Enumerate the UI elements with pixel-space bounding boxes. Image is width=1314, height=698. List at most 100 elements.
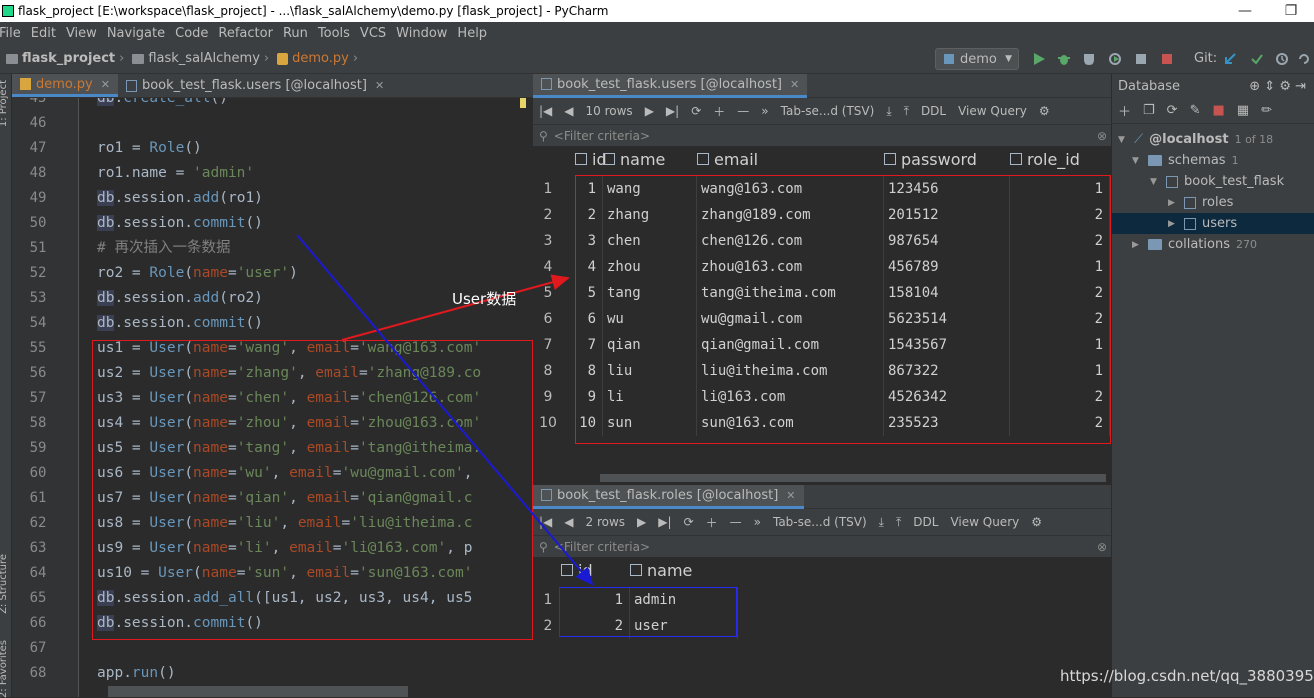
upload-icon[interactable]: ⤒ xyxy=(896,515,901,530)
export-format-select[interactable]: Tab-se...d (TSV) xyxy=(781,104,875,118)
tree-users[interactable]: ▶ users xyxy=(1112,213,1314,234)
remove-row-icon[interactable]: — xyxy=(737,104,749,118)
first-page-icon[interactable]: |◀ xyxy=(539,104,552,118)
filter-criteria-input[interactable]: <Filter criteria> xyxy=(554,540,650,554)
stop-icon[interactable] xyxy=(1160,52,1174,66)
annotation-label: User数据 xyxy=(452,290,517,308)
export-format-select[interactable]: Tab-se...d (TSV) xyxy=(773,515,867,529)
download-icon[interactable]: ⤓ xyxy=(886,104,891,119)
code-editor[interactable]: 45 db.create_all() 46 47 ro1 = Role() 48 ro1.n… xyxy=(12,98,533,697)
column-header-name[interactable]: name xyxy=(630,561,692,580)
maximize-button[interactable]: ❐ xyxy=(1268,3,1314,19)
view-query-button[interactable]: View Query xyxy=(958,104,1027,118)
next-page-icon[interactable]: ▶ xyxy=(637,515,646,529)
settings-icon[interactable]: ⚙ xyxy=(1039,104,1050,118)
column-header-name[interactable]: name xyxy=(603,150,665,169)
project-tool-button[interactable]: 1: Project xyxy=(0,80,9,127)
filter-criteria-input[interactable]: <Filter criteria> xyxy=(554,129,650,143)
close-icon[interactable]: ✕ xyxy=(375,79,384,92)
build-icon[interactable] xyxy=(1134,52,1148,66)
profile-icon[interactable] xyxy=(1108,52,1122,66)
row-number: 7 xyxy=(543,337,553,353)
add-row-icon[interactable]: ＋ xyxy=(706,514,718,531)
tab-users-grid[interactable]: book_test_flask.users [@localhost] ✕ xyxy=(533,73,808,98)
menu-file[interactable]: File xyxy=(0,26,26,41)
menu-help[interactable]: Help xyxy=(452,26,492,41)
debug-icon[interactable] xyxy=(1057,52,1071,66)
upload-icon[interactable]: ⤒ xyxy=(904,104,909,119)
tree-schemas[interactable]: ▼ schemas 1 xyxy=(1132,150,1239,171)
favorites-tool-button[interactable]: 2: Favorites xyxy=(0,640,9,698)
ddl-button[interactable]: DDL xyxy=(913,515,938,529)
menu-window[interactable]: Window xyxy=(391,26,452,41)
menu-run[interactable]: Run xyxy=(278,26,313,41)
download-icon[interactable]: ⤓ xyxy=(879,515,884,530)
users-horizontal-scrollbar[interactable] xyxy=(600,474,1106,482)
column-header-id[interactable]: id xyxy=(575,150,607,169)
git-update-icon[interactable] xyxy=(1223,52,1237,66)
close-icon[interactable]: ⊗ xyxy=(1097,129,1107,143)
stop-icon[interactable]: ■ xyxy=(1212,103,1224,118)
breadcrumb-project[interactable]: flask_project xyxy=(22,51,115,66)
edit-icon[interactable]: ✎ xyxy=(1190,103,1201,118)
last-page-icon[interactable]: ▶| xyxy=(666,104,679,118)
horizontal-scrollbar[interactable] xyxy=(108,686,408,697)
coverage-icon[interactable] xyxy=(1082,52,1096,66)
settings-icon[interactable]: ⚙ xyxy=(1031,515,1042,529)
column-header-role_id[interactable]: role_id xyxy=(1010,150,1080,169)
menu-edit[interactable]: Edit xyxy=(26,26,61,41)
tab-users-table[interactable]: book_test_flask.users [@localhost] ✕ xyxy=(118,74,392,97)
prev-page-icon[interactable]: ◀ xyxy=(564,515,573,529)
roles-filter-bar[interactable]: ⚲ <Filter criteria> ⊗ xyxy=(533,535,1111,557)
git-commit-icon[interactable] xyxy=(1250,52,1264,66)
menu-view[interactable]: View xyxy=(61,26,102,41)
column-header-email[interactable]: email xyxy=(697,150,758,169)
menu-navigate[interactable]: Navigate xyxy=(102,26,170,41)
refresh-icon[interactable]: ⟳ xyxy=(684,515,694,529)
table-icon[interactable]: ▦ xyxy=(1237,103,1249,118)
menu-code[interactable]: Code xyxy=(170,26,213,41)
menu-vcs[interactable]: VCS xyxy=(355,26,391,41)
chevron-down-icon: ▼ xyxy=(1118,134,1125,145)
menu-tools[interactable]: Tools xyxy=(313,26,355,41)
rows-count[interactable]: 2 rows xyxy=(586,515,626,529)
users-filter-bar[interactable]: ⚲ <Filter criteria> ⊗ xyxy=(533,124,1111,146)
gear-icon[interactable]: ⊕ ⇕ ⚙ ⇥ xyxy=(1249,79,1306,94)
breadcrumb-file[interactable]: demo.py xyxy=(292,51,349,66)
next-page-icon[interactable]: ▶ xyxy=(645,104,654,118)
run-icon[interactable] xyxy=(1032,52,1046,66)
git-history-icon[interactable] xyxy=(1275,52,1289,66)
column-header-id[interactable]: id xyxy=(561,561,593,580)
first-page-icon[interactable]: |◀ xyxy=(539,515,552,529)
tab-roles-grid[interactable]: book_test_flask.roles [@localhost] ✕ xyxy=(533,484,804,509)
add-row-icon[interactable]: ＋ xyxy=(713,103,725,120)
rows-count[interactable]: 10 rows xyxy=(586,104,633,118)
tree-book-test-flask[interactable]: ▼ book_test_flask xyxy=(1150,171,1284,192)
run-config-select[interactable]: demo ▼ xyxy=(935,48,1019,70)
tree-roles[interactable]: ▶ roles xyxy=(1168,192,1233,213)
prev-page-icon[interactable]: ◀ xyxy=(564,104,573,118)
breadcrumb-folder[interactable]: flask_salAlchemy xyxy=(148,51,260,66)
copy-icon[interactable]: ❐ xyxy=(1143,103,1155,118)
tree-localhost[interactable]: ▼ ⟋ @localhost 1 of 18 xyxy=(1118,129,1273,150)
tree-collations[interactable]: ▶ collations 270 xyxy=(1132,234,1257,255)
add-icon[interactable]: ＋ xyxy=(1118,101,1131,120)
tab-demo-py[interactable]: demo.py ✕ xyxy=(12,74,118,97)
close-icon[interactable]: ✕ xyxy=(101,78,110,91)
git-revert-icon[interactable] xyxy=(1297,52,1311,66)
refresh-icon[interactable]: ⟳ xyxy=(691,104,701,118)
remove-row-icon[interactable]: — xyxy=(730,515,742,529)
last-page-icon[interactable]: ▶| xyxy=(658,515,671,529)
menu-refactor[interactable]: Refactor xyxy=(213,26,278,41)
structure-tool-button[interactable]: Z: Structure xyxy=(0,554,9,614)
view-query-button[interactable]: View Query xyxy=(950,515,1019,529)
ddl-button[interactable]: DDL xyxy=(921,104,946,118)
close-icon[interactable]: ✕ xyxy=(790,78,799,91)
column-header-password[interactable]: password xyxy=(884,150,977,169)
minimize-button[interactable]: — xyxy=(1222,3,1268,19)
pencil-icon[interactable]: ✏ xyxy=(1261,103,1272,118)
column-label: password xyxy=(901,149,977,169)
refresh-icon[interactable]: ⟳ xyxy=(1167,103,1178,118)
close-icon[interactable]: ⊗ xyxy=(1097,540,1107,554)
close-icon[interactable]: ✕ xyxy=(786,489,795,502)
